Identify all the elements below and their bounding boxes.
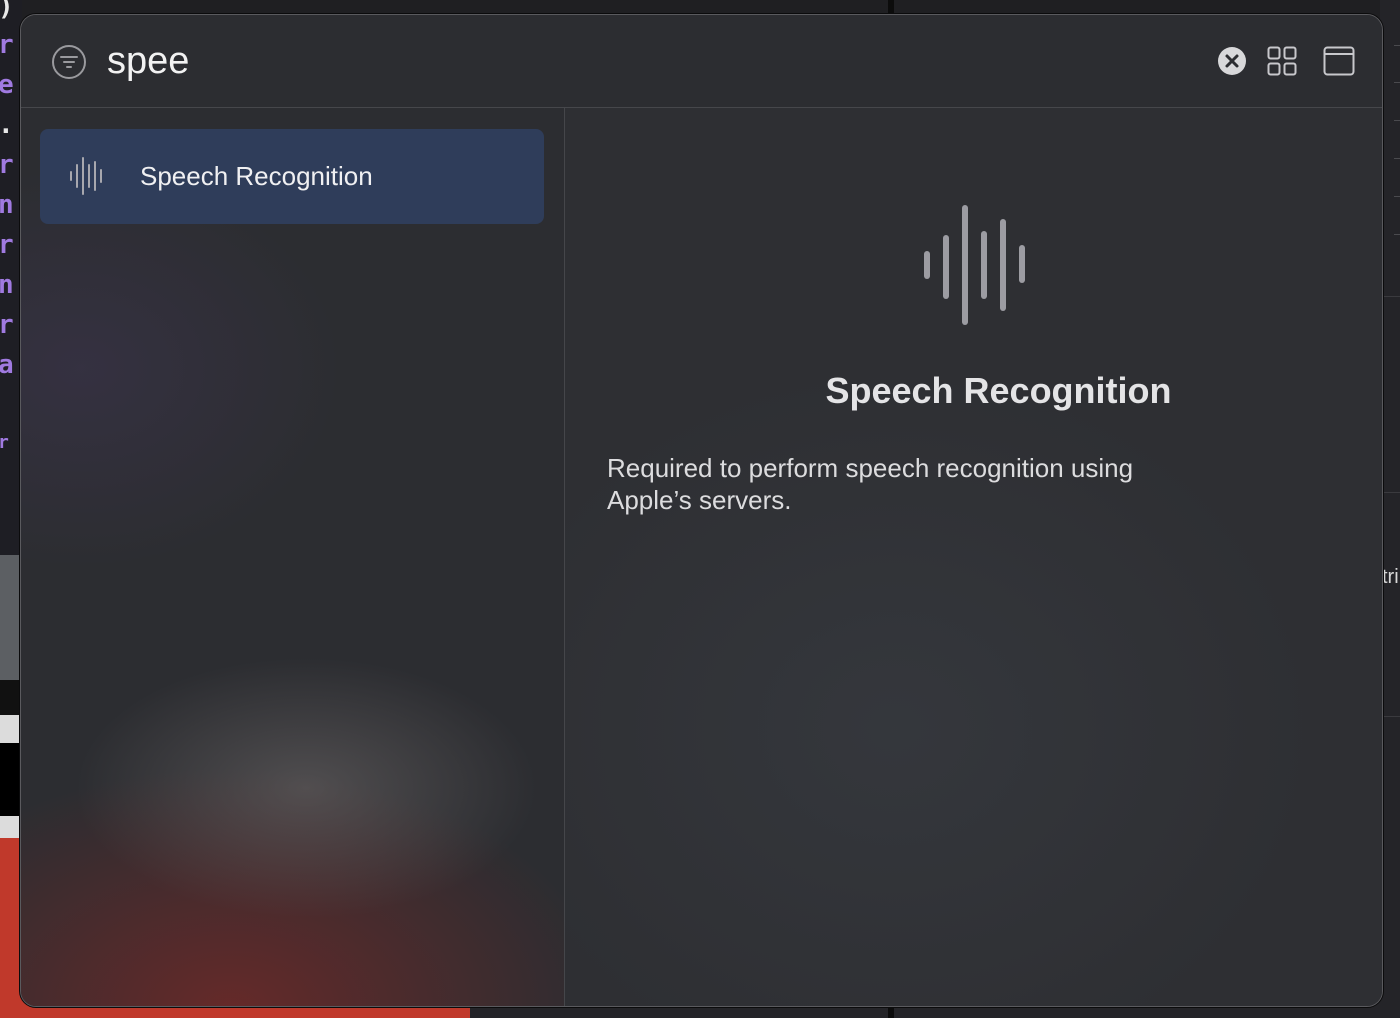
- search-input[interactable]: [107, 35, 707, 87]
- background-panel: [0, 680, 22, 715]
- settings-search-window: Speech Recognition Speech Recognition Re…: [20, 14, 1383, 1007]
- background-right-panel: [1380, 0, 1400, 1018]
- window-icon[interactable]: [1323, 46, 1355, 76]
- grid-view-icon[interactable]: [1267, 46, 1297, 76]
- background-panel: [0, 715, 22, 743]
- waveform-icon: [68, 156, 106, 196]
- results-list: Speech Recognition: [21, 108, 565, 1006]
- result-item-speech-recognition[interactable]: Speech Recognition: [40, 129, 544, 224]
- result-item-label: Speech Recognition: [140, 161, 373, 191]
- background-panel: [0, 816, 22, 838]
- detail-title: Speech Recognition: [825, 370, 1172, 411]
- search-header: [21, 15, 1382, 108]
- clear-icon[interactable]: [1217, 46, 1247, 76]
- background-panel: [0, 555, 22, 680]
- detail-description: Required to perform speech recognition u…: [607, 453, 1134, 515]
- waveform-icon: [920, 204, 1030, 326]
- background-text-fragment: tri: [1382, 566, 1399, 588]
- background-code-editor: ) r e . r n r n r a r: [0, 0, 22, 555]
- filter-icon[interactable]: [51, 44, 87, 80]
- background-panel: [0, 743, 22, 816]
- detail-pane: Speech Recognition Required to perform s…: [565, 108, 1382, 1006]
